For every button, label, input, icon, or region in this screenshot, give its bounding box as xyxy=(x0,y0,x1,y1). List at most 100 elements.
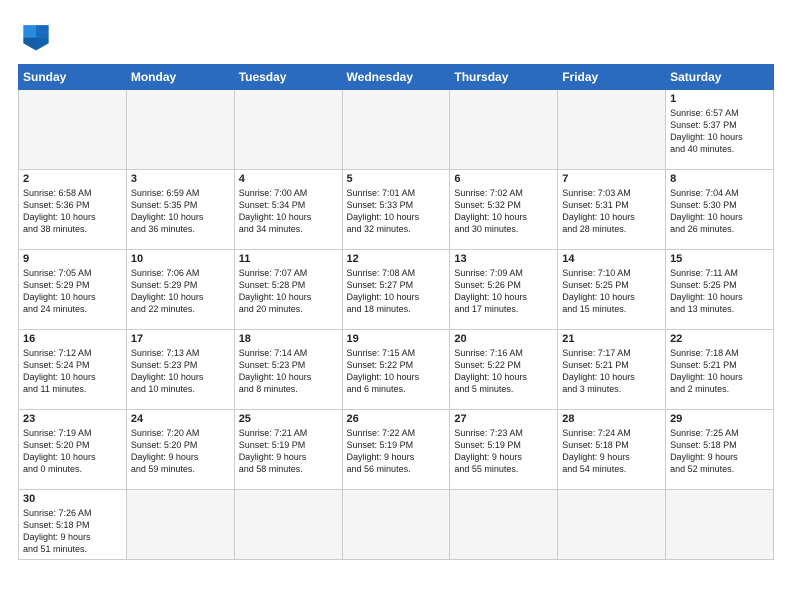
day-number: 11 xyxy=(239,253,338,265)
day-cell xyxy=(450,490,558,560)
day-cell xyxy=(666,490,774,560)
day-cell: 29 Sunrise: 7:25 AM Sunset: 5:18 PM Dayli… xyxy=(666,410,774,490)
day-cell xyxy=(342,90,450,170)
day-cell: 9 Sunrise: 7:05 AM Sunset: 5:29 PM Daylig… xyxy=(19,250,127,330)
day-cell xyxy=(342,490,450,560)
day-info: Sunrise: 7:05 AM Sunset: 5:29 PM Dayligh… xyxy=(23,267,122,316)
day-cell: 12 Sunrise: 7:08 AM Sunset: 5:27 PM Dayli… xyxy=(342,250,450,330)
day-info: Sunrise: 6:57 AM Sunset: 5:37 PM Dayligh… xyxy=(670,107,769,156)
day-cell xyxy=(234,490,342,560)
day-cell: 28Sunrise: 7:24 AM Sunset: 5:18 PM Dayli… xyxy=(558,410,666,490)
day-info: Sunrise: 7:25 AM Sunset: 5:18 PM Dayligh… xyxy=(670,427,769,476)
weekday-sunday: Sunday xyxy=(19,65,127,90)
week-row-3: 16 Sunrise: 7:12 AM Sunset: 5:24 PM Dayli… xyxy=(19,330,774,410)
day-number: 17 xyxy=(131,333,230,345)
day-cell: 5 Sunrise: 7:01 AM Sunset: 5:33 PM Daylig… xyxy=(342,170,450,250)
day-number: 14 xyxy=(562,253,661,265)
day-cell: 13Sunrise: 7:09 AM Sunset: 5:26 PM Dayli… xyxy=(450,250,558,330)
day-number: 1 xyxy=(670,93,769,105)
day-cell: 6Sunrise: 7:02 AM Sunset: 5:32 PM Daylig… xyxy=(450,170,558,250)
day-info: Sunrise: 7:19 AM Sunset: 5:20 PM Dayligh… xyxy=(23,427,122,476)
day-cell: 14 Sunrise: 7:10 AM Sunset: 5:25 PM Dayli… xyxy=(558,250,666,330)
day-info: Sunrise: 7:03 AM Sunset: 5:31 PM Dayligh… xyxy=(562,187,661,236)
day-cell: 24Sunrise: 7:20 AM Sunset: 5:20 PM Dayli… xyxy=(126,410,234,490)
day-number: 9 xyxy=(23,253,122,265)
day-cell: 19Sunrise: 7:15 AM Sunset: 5:22 PM Dayli… xyxy=(342,330,450,410)
day-info: Sunrise: 7:22 AM Sunset: 5:19 PM Dayligh… xyxy=(347,427,446,476)
day-info: Sunrise: 6:58 AM Sunset: 5:36 PM Dayligh… xyxy=(23,187,122,236)
day-cell xyxy=(126,490,234,560)
day-number: 12 xyxy=(347,253,446,265)
day-cell xyxy=(450,90,558,170)
day-number: 5 xyxy=(347,173,446,185)
week-row-4: 23 Sunrise: 7:19 AM Sunset: 5:20 PM Dayli… xyxy=(19,410,774,490)
day-info: Sunrise: 7:11 AM Sunset: 5:25 PM Dayligh… xyxy=(670,267,769,316)
day-info: Sunrise: 7:10 AM Sunset: 5:25 PM Dayligh… xyxy=(562,267,661,316)
day-info: Sunrise: 7:12 AM Sunset: 5:24 PM Dayligh… xyxy=(23,347,122,396)
day-info: Sunrise: 7:13 AM Sunset: 5:23 PM Dayligh… xyxy=(131,347,230,396)
day-cell: 26 Sunrise: 7:22 AM Sunset: 5:19 PM Dayli… xyxy=(342,410,450,490)
week-row-0: 1 Sunrise: 6:57 AM Sunset: 5:37 PM Daylig… xyxy=(19,90,774,170)
day-cell: 10 Sunrise: 7:06 AM Sunset: 5:29 PM Dayli… xyxy=(126,250,234,330)
day-cell: 30Sunrise: 7:26 AM Sunset: 5:18 PM Dayli… xyxy=(19,490,127,560)
day-info: Sunrise: 7:06 AM Sunset: 5:29 PM Dayligh… xyxy=(131,267,230,316)
day-cell: 23 Sunrise: 7:19 AM Sunset: 5:20 PM Dayli… xyxy=(19,410,127,490)
day-number: 10 xyxy=(131,253,230,265)
day-info: Sunrise: 7:14 AM Sunset: 5:23 PM Dayligh… xyxy=(239,347,338,396)
day-cell xyxy=(558,90,666,170)
day-info: Sunrise: 7:04 AM Sunset: 5:30 PM Dayligh… xyxy=(670,187,769,236)
day-cell: 25Sunrise: 7:21 AM Sunset: 5:19 PM Dayli… xyxy=(234,410,342,490)
day-info: Sunrise: 6:59 AM Sunset: 5:35 PM Dayligh… xyxy=(131,187,230,236)
day-cell: 16 Sunrise: 7:12 AM Sunset: 5:24 PM Dayli… xyxy=(19,330,127,410)
day-number: 29 xyxy=(670,413,769,425)
page: SundayMondayTuesdayWednesdayThursdayFrid… xyxy=(0,0,792,570)
day-cell: 1 Sunrise: 6:57 AM Sunset: 5:37 PM Daylig… xyxy=(666,90,774,170)
week-row-2: 9 Sunrise: 7:05 AM Sunset: 5:29 PM Daylig… xyxy=(19,250,774,330)
day-info: Sunrise: 7:24 AM Sunset: 5:18 PM Dayligh… xyxy=(562,427,661,476)
day-info: Sunrise: 7:01 AM Sunset: 5:33 PM Dayligh… xyxy=(347,187,446,236)
day-cell: 22Sunrise: 7:18 AM Sunset: 5:21 PM Dayli… xyxy=(666,330,774,410)
weekday-wednesday: Wednesday xyxy=(342,65,450,90)
day-info: Sunrise: 7:08 AM Sunset: 5:27 PM Dayligh… xyxy=(347,267,446,316)
day-number: 27 xyxy=(454,413,553,425)
day-info: Sunrise: 7:02 AM Sunset: 5:32 PM Dayligh… xyxy=(454,187,553,236)
day-cell: 21 Sunrise: 7:17 AM Sunset: 5:21 PM Dayli… xyxy=(558,330,666,410)
day-cell: 27 Sunrise: 7:23 AM Sunset: 5:19 PM Dayli… xyxy=(450,410,558,490)
day-cell: 7Sunrise: 7:03 AM Sunset: 5:31 PM Daylig… xyxy=(558,170,666,250)
weekday-monday: Monday xyxy=(126,65,234,90)
day-number: 20 xyxy=(454,333,553,345)
day-number: 16 xyxy=(23,333,122,345)
calendar: SundayMondayTuesdayWednesdayThursdayFrid… xyxy=(18,64,774,560)
day-cell: 15 Sunrise: 7:11 AM Sunset: 5:25 PM Dayli… xyxy=(666,250,774,330)
header xyxy=(18,18,774,54)
day-info: Sunrise: 7:26 AM Sunset: 5:18 PM Dayligh… xyxy=(23,507,122,556)
week-row-1: 2 Sunrise: 6:58 AM Sunset: 5:36 PM Daylig… xyxy=(19,170,774,250)
day-info: Sunrise: 7:17 AM Sunset: 5:21 PM Dayligh… xyxy=(562,347,661,396)
logo-icon xyxy=(18,18,54,54)
day-info: Sunrise: 7:15 AM Sunset: 5:22 PM Dayligh… xyxy=(347,347,446,396)
weekday-tuesday: Tuesday xyxy=(234,65,342,90)
day-info: Sunrise: 7:16 AM Sunset: 5:22 PM Dayligh… xyxy=(454,347,553,396)
day-number: 8 xyxy=(670,173,769,185)
day-info: Sunrise: 7:20 AM Sunset: 5:20 PM Dayligh… xyxy=(131,427,230,476)
day-number: 26 xyxy=(347,413,446,425)
day-info: Sunrise: 7:00 AM Sunset: 5:34 PM Dayligh… xyxy=(239,187,338,236)
day-number: 15 xyxy=(670,253,769,265)
day-number: 2 xyxy=(23,173,122,185)
day-cell: 20 Sunrise: 7:16 AM Sunset: 5:22 PM Dayli… xyxy=(450,330,558,410)
day-cell: 18Sunrise: 7:14 AM Sunset: 5:23 PM Dayli… xyxy=(234,330,342,410)
day-cell: 2 Sunrise: 6:58 AM Sunset: 5:36 PM Daylig… xyxy=(19,170,127,250)
day-number: 25 xyxy=(239,413,338,425)
day-info: Sunrise: 7:23 AM Sunset: 5:19 PM Dayligh… xyxy=(454,427,553,476)
week-row-5: 30Sunrise: 7:26 AM Sunset: 5:18 PM Dayli… xyxy=(19,490,774,560)
day-number: 4 xyxy=(239,173,338,185)
day-cell: 17 Sunrise: 7:13 AM Sunset: 5:23 PM Dayli… xyxy=(126,330,234,410)
weekday-thursday: Thursday xyxy=(450,65,558,90)
weekday-header-row: SundayMondayTuesdayWednesdayThursdayFrid… xyxy=(19,65,774,90)
day-cell xyxy=(558,490,666,560)
day-number: 21 xyxy=(562,333,661,345)
day-cell: 8 Sunrise: 7:04 AM Sunset: 5:30 PM Daylig… xyxy=(666,170,774,250)
day-info: Sunrise: 7:09 AM Sunset: 5:26 PM Dayligh… xyxy=(454,267,553,316)
day-cell xyxy=(234,90,342,170)
day-number: 23 xyxy=(23,413,122,425)
